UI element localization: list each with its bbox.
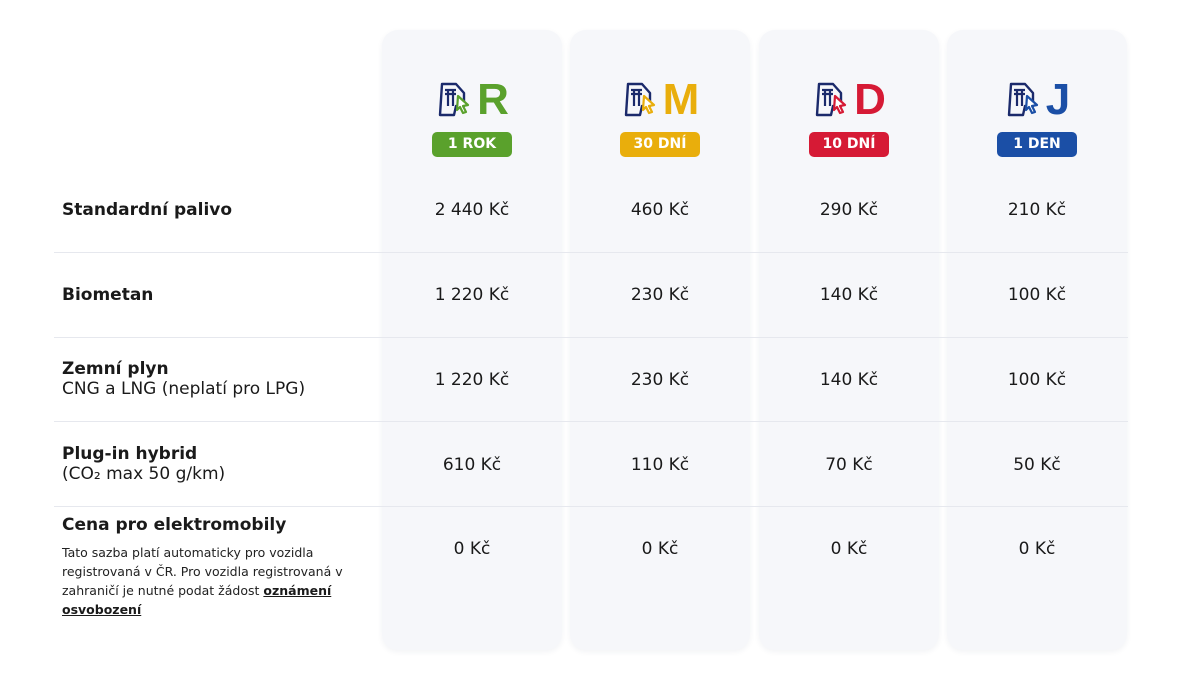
price-cell: 0 Kč: [641, 539, 679, 559]
plan-duration-badge: 1 ROK: [432, 132, 512, 157]
row-divider: [54, 421, 1128, 422]
price-cell: 100 Kč: [1007, 370, 1067, 390]
row-label-natural-gas: Zemní plyn CNG a LNG (neplatí pro LPG): [62, 359, 305, 399]
row-divider: [54, 252, 1128, 253]
price-cell: 460 Kč: [630, 200, 690, 220]
row-label-biomethane: Biometan: [62, 285, 153, 305]
row-title: Biometan: [62, 285, 154, 305]
plan-header: D 10 DNÍ: [759, 78, 939, 157]
price-cell: 230 Kč: [630, 370, 690, 390]
plan-letter: R: [477, 75, 509, 124]
plan-logo: D: [759, 78, 939, 122]
plan-header: J 1 DEN: [947, 78, 1127, 157]
price-cell: 1 220 Kč: [434, 370, 510, 390]
plan-logo: J: [947, 78, 1127, 122]
price-cell: 140 Kč: [819, 285, 879, 305]
highway-cursor-icon: [1004, 80, 1044, 120]
price-cell: 0 Kč: [453, 539, 491, 559]
row-label-electric: Cena pro elektromobily Tato sazba platí …: [62, 515, 352, 619]
highway-cursor-icon: [621, 80, 661, 120]
row-subtitle: CNG a LNG (neplatí pro LPG): [62, 379, 306, 399]
price-cell: 110 Kč: [630, 455, 690, 475]
highway-cursor-icon: [435, 80, 475, 120]
row-title: Cena pro elektromobily: [62, 515, 287, 535]
row-divider: [54, 506, 1128, 507]
plan-letter: D: [854, 75, 886, 124]
price-cell: 210 Kč: [1007, 200, 1067, 220]
price-cell: 140 Kč: [819, 370, 879, 390]
row-title: Plug-in hybrid: [62, 444, 198, 464]
price-cell: 100 Kč: [1007, 285, 1067, 305]
price-cell: 610 Kč: [442, 455, 502, 475]
plan-letter: J: [1045, 75, 1071, 124]
row-title: Standardní palivo: [62, 200, 233, 220]
plan-logo: R: [382, 78, 562, 122]
price-cell: 0 Kč: [1018, 539, 1056, 559]
plan-duration-badge: 10 DNÍ: [809, 132, 889, 157]
plan-header: M 30 DNÍ: [570, 78, 750, 157]
highway-cursor-icon: [812, 80, 852, 120]
price-cell: 2 440 Kč: [434, 200, 510, 220]
plan-header: R 1 ROK: [382, 78, 562, 157]
row-divider: [54, 337, 1128, 338]
price-cell: 0 Kč: [830, 539, 868, 559]
plan-letter: M: [662, 75, 700, 124]
price-cell: 230 Kč: [630, 285, 690, 305]
plan-duration-badge: 30 DNÍ: [620, 132, 700, 157]
price-cell: 50 Kč: [1013, 455, 1061, 475]
row-title: Zemní plyn: [62, 359, 169, 379]
price-cell: 1 220 Kč: [434, 285, 510, 305]
plan-duration-badge: 1 DEN: [997, 132, 1077, 157]
plan-logo: M: [570, 78, 750, 122]
price-cell: 290 Kč: [819, 200, 879, 220]
row-subtitle: (CO₂ max 50 g/km): [62, 464, 226, 484]
row-label-plugin-hybrid: Plug-in hybrid (CO₂ max 50 g/km): [62, 444, 225, 484]
price-cell: 70 Kč: [825, 455, 873, 475]
row-label-standard-fuel: Standardní palivo: [62, 200, 232, 220]
row-note: Tato sazba platí automaticky pro vozidla…: [62, 543, 352, 619]
